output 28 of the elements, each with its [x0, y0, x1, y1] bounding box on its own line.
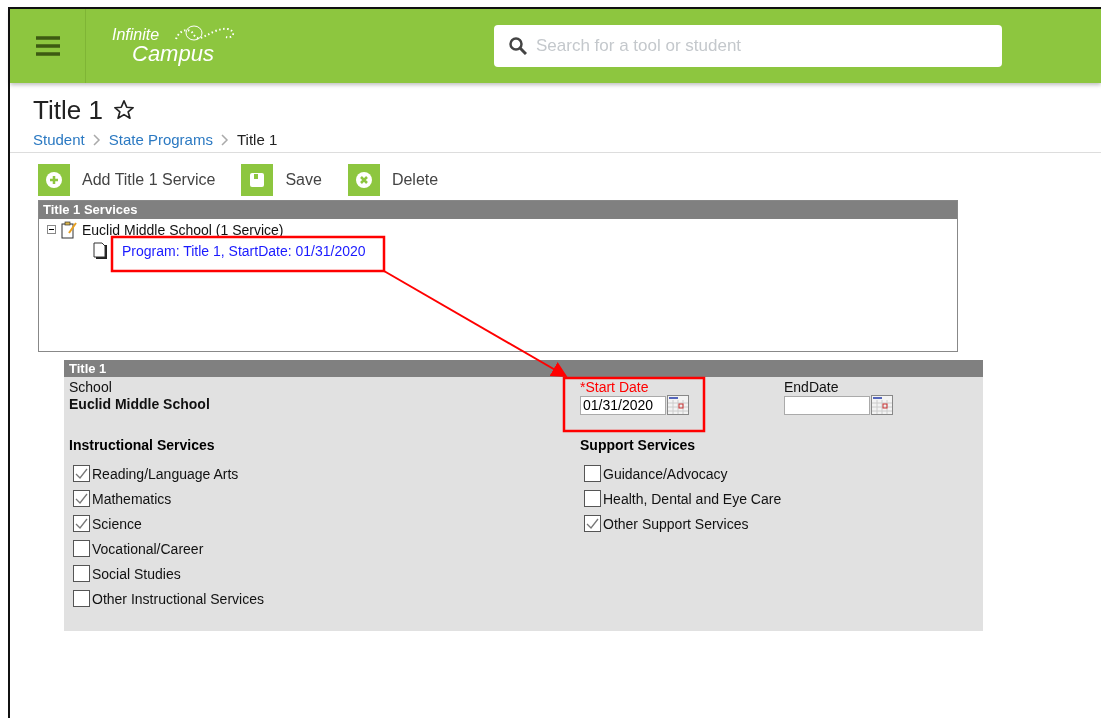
breadcrumb-link[interactable]: Title 1 [236, 131, 278, 148]
form-title: Title 1 [64, 360, 983, 377]
checkbox-row[interactable]: Social Studies [69, 561, 181, 586]
field-label: EndDate [784, 379, 839, 395]
checkbox-row[interactable]: Health, Dental and Eye Care [580, 486, 782, 511]
section-title: Support Services [580, 437, 696, 453]
add-button[interactable]: Add Title 1 Service [38, 161, 216, 199]
checkbox-row[interactable]: Other Instructional Services [69, 586, 264, 611]
school-name: Euclid Middle School [69, 395, 210, 413]
delete-button[interactable]: Delete [347, 161, 439, 199]
checkbox-row[interactable]: Guidance/Advocacy [580, 461, 728, 486]
checkbox-row[interactable]: Other Support Services [580, 511, 749, 536]
logo: Infinite Campus [112, 27, 242, 65]
field-label: *Start Date [580, 379, 649, 395]
save-button[interactable]: Save [241, 161, 322, 199]
breadcrumb-link[interactable]: Student [33, 131, 85, 148]
tree-link[interactable]: Program: Title 1, StartDate: 01/31/2020 [122, 242, 366, 259]
checkbox-row[interactable]: Vocational/Career [69, 536, 204, 561]
date-field[interactable]: 01/31/2020 [580, 395, 666, 415]
field-label: School [69, 379, 112, 395]
panel-title: Title 1 Services [39, 201, 957, 219]
search-field[interactable]: Search for a tool or student [494, 25, 1002, 67]
checkbox-row[interactable]: Reading/Language Arts [69, 461, 239, 486]
section-title: Instructional Services [69, 437, 215, 453]
checkbox-row[interactable]: Science [69, 511, 142, 536]
checkbox-row[interactable]: Mathematics [69, 486, 172, 511]
page-title: Title 1 [33, 94, 103, 126]
breadcrumb-link[interactable]: State Programs [108, 131, 213, 148]
